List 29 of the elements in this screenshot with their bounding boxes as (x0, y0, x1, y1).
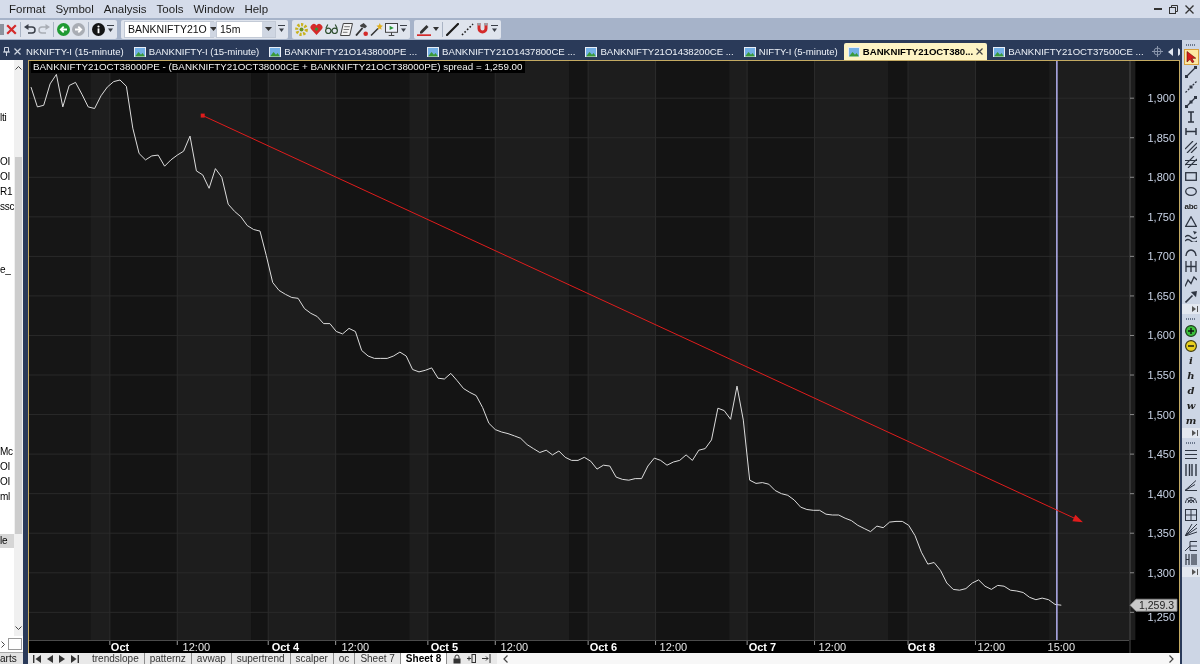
x-axis-label: 12:00 (182, 641, 211, 653)
y-axis-label: 1,550 (1147, 369, 1175, 381)
y-axis-label: 1,650 (1147, 289, 1175, 302)
x-axis-label: 12:00 (659, 641, 688, 653)
x-axis-label: 12:00 (818, 641, 847, 653)
last-price-tag: 1,259.3 (1129, 598, 1178, 612)
x-axis-label: 15:00 (1047, 641, 1076, 653)
y-axis-label: 1,600 (1147, 329, 1175, 342)
x-axis-label: Oct 4 (271, 641, 300, 653)
x-axis-label: Oct 8 (907, 641, 936, 653)
y-axis-label: 1,500 (1147, 408, 1175, 421)
y-axis-label: 1,250 (1147, 611, 1175, 624)
y-axis-label: 1,750 (1147, 210, 1175, 223)
x-axis-label: 12:00 (977, 641, 1006, 653)
chart-title: BANKNIFTY21OCT38000PE - (BANKNIFTY21OCT38000CE + BANKNIFTY21OCT38000PE) spread = 1,259.00 (31, 61, 525, 73)
x-axis-label: 12:00 (500, 641, 529, 653)
x-axis-label: Oct 7 (748, 641, 777, 653)
x-axis-label: Oct 6 (589, 641, 618, 653)
y-axis-label: 1,800 (1147, 171, 1175, 184)
x-axis-label: Oct (110, 641, 130, 653)
y-axis-label: 1,300 (1147, 566, 1175, 579)
y-axis-label: 1,450 (1147, 448, 1175, 461)
y-axis-label: 1,400 (1147, 487, 1175, 500)
y-axis-label: 1,850 (1147, 131, 1175, 144)
x-axis-label: 12:00 (341, 641, 370, 653)
y-axis-label: 1,900 (1147, 92, 1175, 105)
y-axis-label: 1,350 (1147, 527, 1175, 540)
x-axis-label: Oct 5 (430, 641, 459, 653)
y-axis-label: 1,700 (1147, 250, 1175, 263)
